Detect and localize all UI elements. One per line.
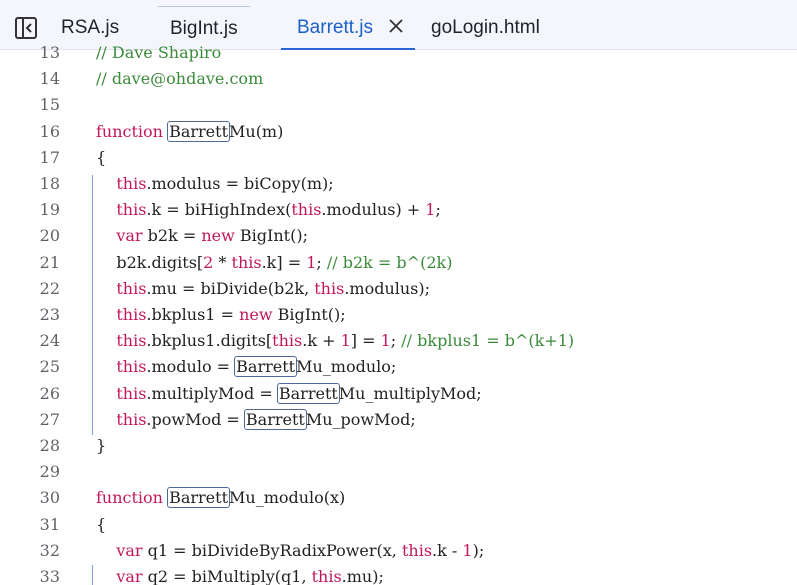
- line-number: 24: [39, 331, 60, 351]
- code-editor[interactable]: 13 // Dave Shapiro 14 // dave@ohdave.com 15 1…: [0, 43, 797, 585]
- line-number: 14: [39, 69, 60, 89]
- code-line[interactable]: 21 b2k.digits[2 * this.k] = 1; // b2k = …: [0, 250, 797, 276]
- line-number: 23: [39, 305, 60, 324]
- code-text[interactable]: this.bkplus1.digits[this.k + 1] = 1; // …: [96, 328, 574, 354]
- code-line[interactable]: 16 function BarrettMu(m): [0, 119, 797, 145]
- code-text[interactable]: var q2 = biMultiply(q1, this.mu);: [96, 564, 384, 585]
- code-text[interactable]: this.powMod = BarrettMu_powMod;: [96, 407, 416, 433]
- line-number: 26: [39, 383, 60, 403]
- code-text[interactable]: var b2k = new BigInt();: [96, 223, 308, 249]
- code-line[interactable]: 20 var b2k = new BigInt();: [0, 223, 797, 249]
- line-number: 28: [39, 436, 60, 455]
- code-text[interactable]: function BarrettMu_modulo(x): [96, 485, 345, 511]
- line-number: 29: [39, 462, 60, 482]
- code-line[interactable]: 31 {: [0, 512, 797, 538]
- code-line[interactable]: 22 this.mu = biDivide(b2k, this.modulus)…: [0, 276, 797, 302]
- line-number: 25: [39, 357, 60, 377]
- code-text[interactable]: b2k.digits[2 * this.k] = 1; // b2k = b^(…: [96, 250, 452, 276]
- line-number: 33: [39, 567, 60, 585]
- line-number: 17: [39, 147, 60, 167]
- code-line[interactable]: 33 var q2 = biMultiply(q1, this.mu);: [0, 564, 797, 585]
- code-line[interactable]: 18 this.modulus = biCopy(m);: [0, 171, 797, 197]
- code-text[interactable]: {: [96, 145, 106, 171]
- code-line[interactable]: 28}: [0, 433, 797, 459]
- code-text[interactable]: this.modulo = BarrettMu_modulo;: [96, 354, 396, 380]
- line-number: 13: [39, 43, 60, 62]
- code-line[interactable]: 13 // Dave Shapiro: [0, 43, 797, 66]
- code-line[interactable]: 25 this.modulo = BarrettMu_modulo;: [0, 354, 797, 380]
- code-text[interactable]: }: [96, 433, 106, 459]
- code-text[interactable]: this.multiplyMod = BarrettMu_multiplyMod…: [96, 381, 482, 407]
- line-number: 20: [39, 226, 60, 246]
- code-text[interactable]: function BarrettMu(m): [96, 119, 283, 145]
- line-number: 30: [39, 488, 60, 508]
- line-number: 32: [39, 540, 60, 560]
- code-text[interactable]: this.mu = biDivide(b2k, this.modulus);: [96, 276, 430, 302]
- code-line[interactable]: 24 this.bkplus1.digits[this.k + 1] = 1; …: [0, 328, 797, 354]
- code-text[interactable]: var q1 = biDivideByRadixPower(x, this.k …: [96, 538, 484, 564]
- line-number: 19: [39, 200, 60, 220]
- code-text[interactable]: {: [96, 512, 106, 538]
- code-text[interactable]: this.k = biHighIndex(this.modulus) + 1;: [96, 197, 441, 223]
- line-number: 27: [39, 409, 60, 429]
- code-text[interactable]: // Dave Shapiro: [96, 43, 221, 66]
- code-line[interactable]: 14 // dave@ohdave.com: [0, 66, 797, 92]
- code-line[interactable]: 17 {: [0, 145, 797, 171]
- code-line[interactable]: 19 this.k = biHighIndex(this.modulus) + …: [0, 197, 797, 223]
- code-line[interactable]: 15: [0, 92, 797, 118]
- code-line[interactable]: 23 this.bkplus1 = new BigInt();: [0, 302, 797, 328]
- code-text[interactable]: // dave@ohdave.com: [96, 66, 263, 92]
- code-line[interactable]: 30 function BarrettMu_modulo(x): [0, 485, 797, 511]
- code-line[interactable]: 26 this.multiplyMod = BarrettMu_multiply…: [0, 381, 797, 407]
- line-number: 15: [39, 95, 60, 115]
- line-number: 31: [39, 514, 60, 534]
- code-text[interactable]: this.bkplus1 = new BigInt();: [96, 302, 345, 328]
- line-number: 22: [39, 278, 60, 298]
- sidebar-toggle-icon[interactable]: [14, 16, 38, 40]
- line-number: 18: [39, 174, 60, 193]
- code-line[interactable]: 32 var q1 = biDivideByRadixPower(x, this…: [0, 538, 797, 564]
- line-number: 16: [39, 121, 60, 141]
- line-number: 21: [39, 252, 60, 272]
- code-line[interactable]: 29: [0, 459, 797, 485]
- close-icon[interactable]: [388, 18, 404, 34]
- code-line[interactable]: 27 this.powMod = BarrettMu_powMod;: [0, 407, 797, 433]
- code-text[interactable]: this.modulus = biCopy(m);: [96, 171, 333, 197]
